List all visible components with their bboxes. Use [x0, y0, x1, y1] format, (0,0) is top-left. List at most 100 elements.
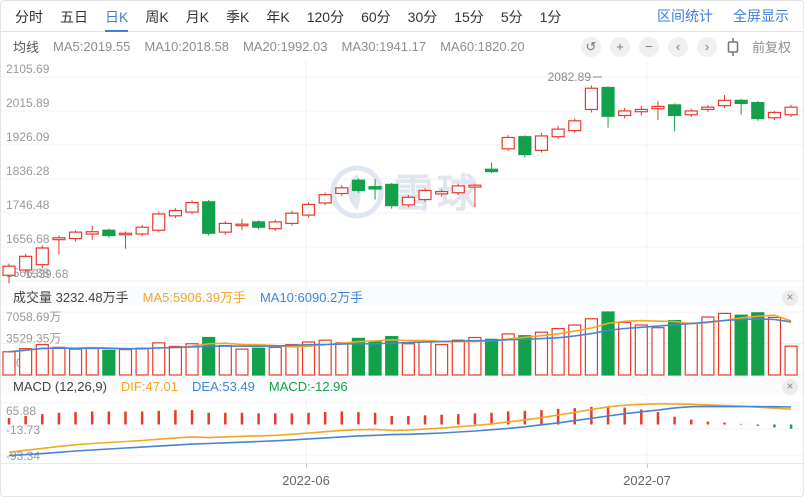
- candle-body: [486, 169, 498, 171]
- candle-body: [119, 233, 131, 235]
- ma-value-2: MA20:1992.03: [243, 39, 328, 54]
- candle-body: [685, 111, 697, 115]
- macd-chart[interactable]: 65.88-13.73-93.34: [1, 398, 804, 463]
- volume-title: 成交量 3232.48万手: [13, 287, 129, 306]
- volume-bar: [519, 336, 531, 375]
- ma-value-4: MA60:1820.20: [440, 39, 525, 54]
- tab-五日[interactable]: 五日: [60, 1, 88, 32]
- candle-body: [253, 222, 265, 227]
- volume-bar: [70, 349, 82, 375]
- zoom-out-icon[interactable]: −: [639, 37, 659, 57]
- volume-bar: [269, 347, 281, 375]
- tab-年K[interactable]: 年K: [266, 1, 289, 32]
- period-tabbar: 分时五日日K 周K 月K 季K 年K 120分 60分 30分 15分 5分 1分 区间统计 全屏显…: [1, 1, 803, 32]
- volume-bar: [486, 339, 498, 375]
- candle-body: [552, 129, 564, 137]
- candle-body: [436, 192, 448, 194]
- zoom-in-icon[interactable]: +: [610, 37, 630, 57]
- candle-body: [402, 197, 414, 205]
- price-axis-label: 1746.48: [6, 198, 50, 212]
- volume-bar: [119, 350, 131, 375]
- range-stats-button[interactable]: 区间统计: [657, 6, 713, 26]
- tab-季K[interactable]: 季K: [226, 1, 249, 32]
- volume-bar: [136, 348, 148, 375]
- ma-value-1: MA10:2018.58: [144, 39, 229, 54]
- candle-body: [369, 187, 381, 189]
- candle-body: [53, 238, 65, 240]
- volume-bar: [169, 346, 181, 375]
- volume-bar: [685, 323, 697, 375]
- candle-body: [236, 224, 248, 226]
- main-candlestick-chart[interactable]: 2105.692015.891926.091836.281746.481656.…: [1, 61, 804, 286]
- tab-日K[interactable]: 日K: [105, 1, 128, 32]
- date-tick: [647, 464, 648, 468]
- volume-axis-label: 7058.69万: [6, 310, 61, 324]
- volume-pane-close-icon[interactable]: ×: [782, 290, 798, 306]
- chevron-left-icon[interactable]: ‹: [668, 37, 688, 57]
- candle-body: [319, 195, 331, 203]
- adjust-mode-button[interactable]: 前复权: [752, 37, 791, 56]
- stock-chart-app: 分时五日日K 周K 月K 季K 年K 120分 60分 30分 15分 5分 1分 区间统计 全屏显…: [0, 0, 804, 497]
- tab-15分[interactable]: 15分: [454, 1, 484, 32]
- chevron-right-icon[interactable]: ›: [697, 37, 717, 57]
- macd-title: MACD (12,26,9): [13, 379, 107, 394]
- tab-月K[interactable]: 月K: [186, 1, 209, 32]
- volume-ma10-value: MA10:6090.2万手: [260, 287, 363, 306]
- macd-dif-line: [9, 404, 791, 452]
- tab-5分[interactable]: 5分: [501, 1, 523, 32]
- candle-body: [386, 184, 398, 205]
- volume-bar: [635, 325, 647, 375]
- tab-周K[interactable]: 周K: [145, 1, 168, 32]
- candle-body: [585, 88, 597, 109]
- volume-bar: [419, 342, 431, 375]
- candle-body: [203, 202, 215, 233]
- volume-bar: [652, 328, 664, 375]
- volume-bar: [552, 329, 564, 375]
- tab-1分[interactable]: 1分: [540, 1, 562, 32]
- ma-value-0: MA5:2019.55: [53, 39, 130, 54]
- ma-value-3: MA30:1941.17: [342, 39, 427, 54]
- ma-values: MA5:2019.55 MA10:2018.58 MA20:1992.03 MA30:…: [53, 39, 525, 54]
- macd-pane-close-icon[interactable]: ×: [782, 379, 798, 395]
- volume-chart[interactable]: 7058.69万3529.35万0.00: [1, 306, 804, 376]
- candle-body: [286, 213, 298, 223]
- candle-body: [36, 248, 48, 265]
- volume-bar: [452, 340, 464, 375]
- volume-bar: [402, 344, 414, 375]
- candle-body: [352, 180, 364, 190]
- macd-axis-label: 65.88: [6, 404, 36, 418]
- tab-分时[interactable]: 分时: [15, 1, 43, 32]
- candle-body: [169, 211, 181, 216]
- tab-120分[interactable]: 120分: [307, 1, 344, 32]
- candle-style-icon[interactable]: [726, 37, 746, 57]
- fullscreen-button[interactable]: 全屏显示: [733, 6, 789, 26]
- price-axis-label: 1656.68: [6, 232, 50, 246]
- candle-body: [502, 137, 514, 148]
- price-axis-label: 1926.09: [6, 130, 50, 144]
- candle-body: [186, 203, 198, 212]
- price-axis-label: 2015.89: [6, 96, 50, 110]
- candle-body: [419, 190, 431, 199]
- date-label-july: 2022-07: [623, 473, 671, 488]
- volume-bar: [735, 315, 747, 375]
- candle-body: [86, 232, 98, 234]
- volume-bar: [186, 344, 198, 375]
- volume-bar: [619, 322, 631, 375]
- date-label-june: 2022-06: [282, 473, 330, 488]
- tab-30分[interactable]: 30分: [408, 1, 438, 32]
- candle-body: [3, 266, 15, 275]
- volume-bar: [103, 350, 115, 375]
- candle-body: [569, 121, 581, 131]
- tab-60分[interactable]: 60分: [361, 1, 391, 32]
- macd-axis-label: -13.73: [6, 423, 40, 437]
- undo-icon[interactable]: ↺: [581, 37, 601, 57]
- macd-hist-value: MACD:-12.96: [269, 379, 348, 394]
- volume-bar: [752, 313, 764, 375]
- candle-body: [336, 188, 348, 194]
- candle-body: [153, 214, 165, 230]
- period-tabs: 分时五日日K 周K 月K 季K 年K 120分 60分 30分 15分 5分 1分: [15, 1, 561, 32]
- price-axis-label: 1836.28: [6, 164, 50, 178]
- candle-body: [768, 112, 780, 117]
- candle-body: [735, 100, 747, 103]
- candle-body: [519, 137, 531, 155]
